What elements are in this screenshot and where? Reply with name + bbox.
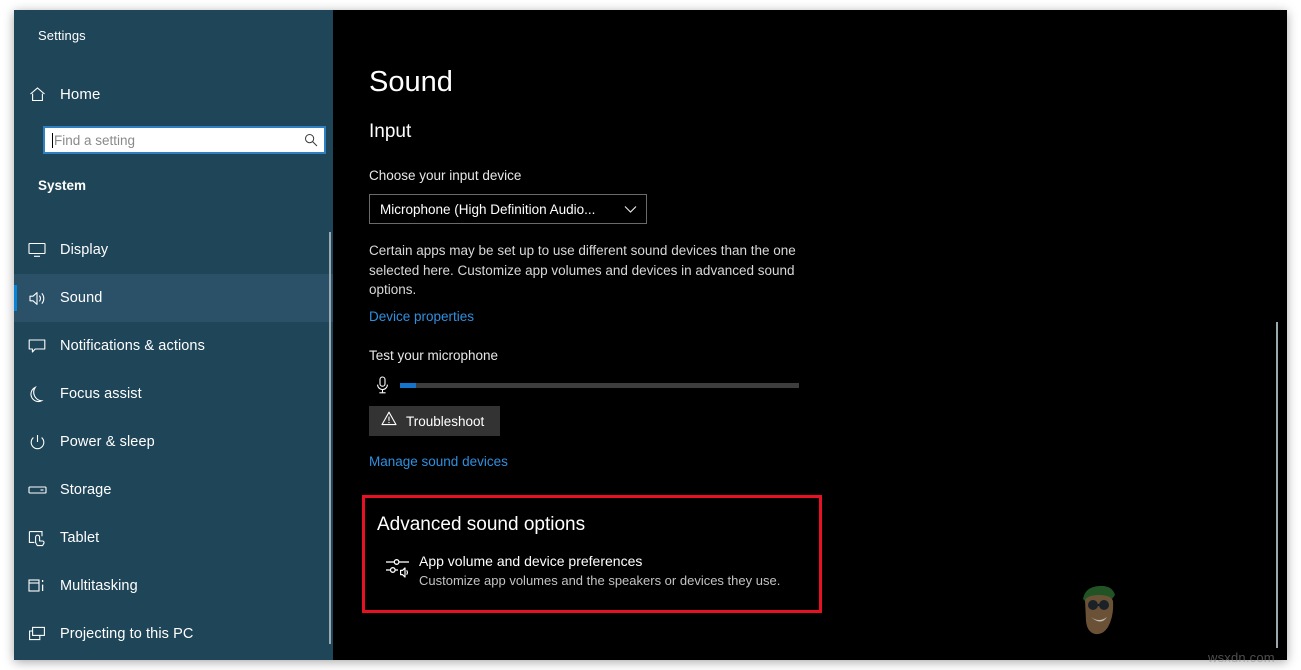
sidebar-item-home-label: Home [60, 86, 100, 103]
microphone-meter-track [400, 383, 799, 388]
input-device-dropdown[interactable]: Microphone (High Definition Audio... [369, 194, 647, 224]
troubleshoot-button-label: Troubleshoot [406, 414, 484, 429]
content-scrollbar[interactable] [1276, 322, 1278, 648]
sidebar-item-home[interactable]: Home [14, 72, 333, 116]
selection-accent-bar [14, 285, 17, 311]
sidebar-item-sound-label: Sound [60, 290, 102, 306]
sidebar-item-sound[interactable]: Sound [14, 274, 333, 322]
sidebar-section-header: System [38, 178, 86, 193]
manage-sound-devices-link[interactable]: Manage sound devices [369, 454, 508, 469]
main-content: Sound Input Choose your input device Mic… [333, 10, 1287, 660]
audio-mixer-icon [377, 553, 419, 580]
search-icon[interactable] [298, 133, 324, 147]
app-volume-title: App volume and device preferences [419, 553, 780, 569]
input-description-text: Certain apps may be set up to use differ… [369, 241, 819, 300]
notification-icon [14, 338, 60, 354]
chevron-down-icon [614, 205, 646, 214]
test-microphone-label: Test your microphone [369, 348, 498, 363]
microphone-meter-fill [400, 383, 416, 388]
choose-input-device-label: Choose your input device [369, 168, 521, 183]
sidebar-item-display[interactable]: Display [14, 226, 333, 274]
advanced-sound-options-heading: Advanced sound options [377, 514, 585, 536]
sidebar-item-power-sleep[interactable]: Power & sleep [14, 418, 333, 466]
sidebar-scrollbar[interactable] [329, 232, 331, 644]
multitasking-icon [14, 578, 60, 594]
sidebar-item-tablet[interactable]: Tablet [14, 514, 333, 562]
settings-window: Settings Home System [14, 10, 1287, 660]
microphone-level-meter [369, 372, 799, 398]
page-title: Sound [369, 66, 453, 99]
microphone-icon [369, 376, 395, 395]
warning-triangle-icon [381, 411, 397, 431]
search-box[interactable] [43, 126, 326, 154]
sidebar-item-storage-label: Storage [60, 482, 112, 498]
input-device-value: Microphone (High Definition Audio... [370, 202, 614, 217]
moon-icon [14, 386, 60, 403]
power-icon [14, 434, 60, 451]
app-volume-subtitle: Customize app volumes and the speakers o… [419, 573, 780, 588]
app-volume-preferences-item[interactable]: App volume and device preferences Custom… [377, 553, 780, 588]
watermark-text: wsxdn.com [1208, 650, 1275, 665]
watermark-mascot-icon [1078, 583, 1122, 637]
sidebar-item-projecting[interactable]: Projecting to this PC [14, 610, 333, 658]
sidebar-item-storage[interactable]: Storage [14, 466, 333, 514]
tablet-touch-icon [14, 530, 60, 547]
troubleshoot-button[interactable]: Troubleshoot [369, 406, 500, 436]
project-icon [14, 626, 60, 642]
sidebar-item-multitasking-label: Multitasking [60, 578, 138, 594]
sidebar-item-display-label: Display [60, 242, 108, 258]
advanced-sound-options-highlight: Advanced sound options App vol [362, 495, 822, 613]
sidebar-nav-list: Display Sound [14, 226, 333, 658]
sidebar-item-focus-assist[interactable]: Focus assist [14, 370, 333, 418]
sidebar-item-notifications-label: Notifications & actions [60, 338, 205, 354]
speaker-icon [14, 290, 60, 307]
sidebar-item-tablet-label: Tablet [60, 530, 99, 546]
sidebar: Settings Home System [14, 10, 333, 660]
sidebar-item-notifications[interactable]: Notifications & actions [14, 322, 333, 370]
app-title: Settings [38, 28, 86, 43]
device-properties-link[interactable]: Device properties [369, 309, 474, 324]
input-section-heading: Input [369, 121, 411, 143]
monitor-icon [14, 242, 60, 258]
sidebar-item-focus-assist-label: Focus assist [60, 386, 142, 402]
sidebar-item-projecting-label: Projecting to this PC [60, 626, 193, 642]
sidebar-item-multitasking[interactable]: Multitasking [14, 562, 333, 610]
app-volume-text-block: App volume and device preferences Custom… [419, 553, 780, 588]
home-icon [14, 86, 60, 103]
drive-icon [14, 484, 60, 496]
sidebar-item-power-sleep-label: Power & sleep [60, 434, 155, 450]
search-input[interactable] [53, 130, 298, 150]
